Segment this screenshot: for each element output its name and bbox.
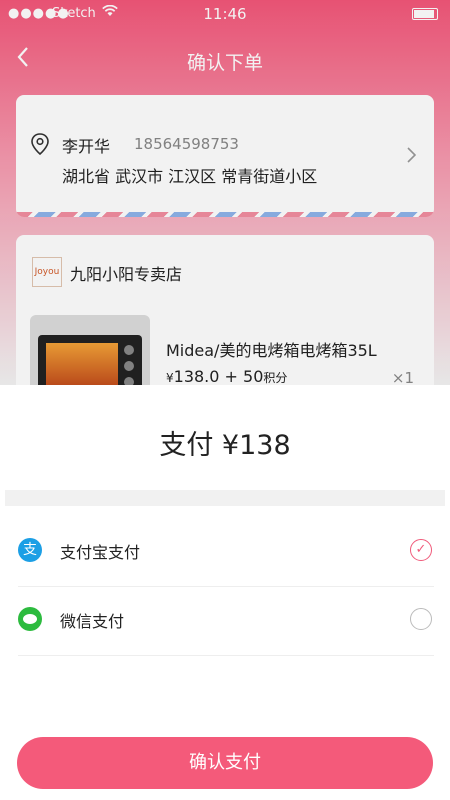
alipay-icon: 支 — [18, 538, 42, 562]
payment-amount-title: 支付 ¥138 — [159, 430, 291, 461]
payment-option-alipay[interactable]: 支 支付宝支付 ✓ — [18, 513, 434, 587]
confirm-payment-button[interactable]: 确认支付 — [17, 737, 433, 789]
payment-option-label: 支付宝支付 — [60, 543, 141, 562]
section-divider — [5, 490, 445, 506]
check-icon[interactable]: ✓ — [410, 539, 432, 561]
payment-option-wechat[interactable]: 微信支付 — [18, 582, 434, 656]
payment-sheet: 支付 ¥138 支 支付宝支付 ✓ 微信支付 确认支付 — [0, 385, 450, 800]
radio-unchecked-icon[interactable] — [410, 608, 432, 630]
payment-option-label: 微信支付 — [60, 612, 125, 631]
wechat-icon — [18, 607, 42, 631]
